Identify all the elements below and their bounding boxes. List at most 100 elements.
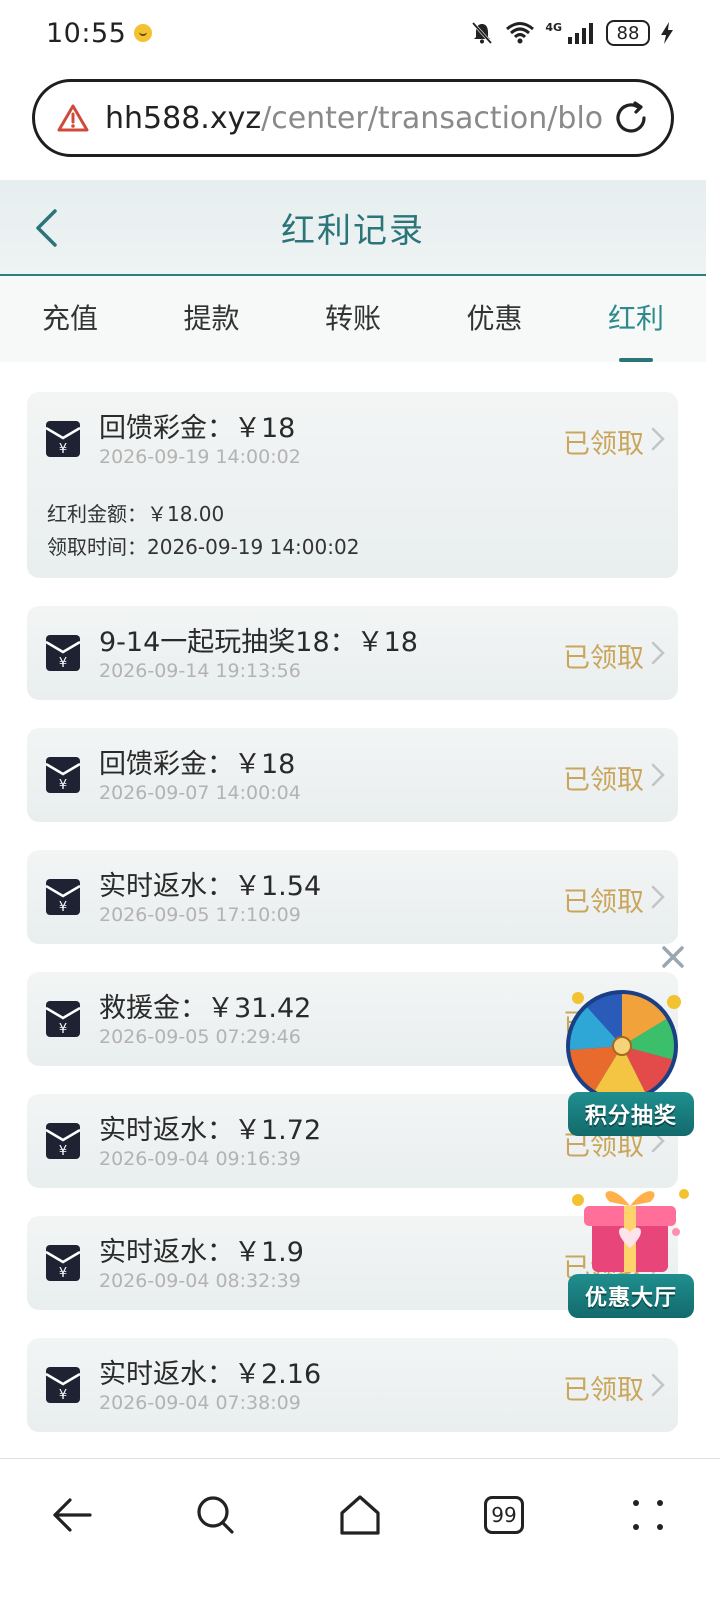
menu-dots-icon bbox=[633, 1499, 663, 1530]
arrow-left-icon bbox=[53, 1497, 92, 1532]
battery-indicator: 88 bbox=[606, 20, 650, 46]
record-title: 实时返水：￥1.54 bbox=[99, 871, 322, 902]
prize-wheel-icon bbox=[566, 990, 681, 1102]
tab-count-badge: 99 bbox=[484, 1495, 524, 1534]
url-text[interactable]: hh588.xyz/center/transaction/blo bbox=[105, 101, 611, 136]
menu-nav-button[interactable] bbox=[618, 1485, 678, 1545]
chevron-left-icon bbox=[36, 209, 57, 247]
notification-emoji-icon bbox=[134, 24, 153, 42]
page-title: 红利记录 bbox=[281, 210, 425, 251]
promo-hall-label: 优惠大厅 bbox=[568, 1274, 694, 1318]
back-button[interactable] bbox=[26, 202, 66, 254]
charging-icon bbox=[661, 22, 673, 44]
search-nav-button[interactable] bbox=[186, 1485, 246, 1545]
red-envelope-icon: ¥ bbox=[45, 421, 81, 457]
clock-text: 10:55 bbox=[46, 17, 127, 49]
red-envelope-icon: ¥ bbox=[45, 1245, 81, 1281]
record-time: 2026-09-04 07:38:09 bbox=[99, 1392, 301, 1414]
record-card[interactable]: ¥ 回馈彩金：￥18 2026-09-07 14:00:04 已领取 bbox=[27, 728, 678, 822]
record-type-tabs: 充值 提款 转账 优惠 红利 bbox=[0, 276, 706, 362]
record-title: 实时返水：￥2.16 bbox=[99, 1359, 322, 1390]
promo-hall-widget[interactable]: 优惠大厅 bbox=[564, 1172, 698, 1324]
silent-bell-icon bbox=[472, 21, 493, 45]
tabs-nav-button[interactable]: 99 bbox=[474, 1485, 534, 1545]
red-envelope-icon: ¥ bbox=[45, 1123, 81, 1159]
svg-text:¥: ¥ bbox=[59, 656, 67, 671]
record-time: 2026-09-14 19:13:56 bbox=[99, 660, 301, 682]
lottery-label: 积分抽奖 bbox=[568, 1092, 694, 1136]
record-summary[interactable]: ¥ 回馈彩金：￥18 2026-09-19 14:00:02 已领取 bbox=[27, 392, 678, 486]
svg-text:¥: ¥ bbox=[59, 1388, 67, 1403]
search-icon bbox=[197, 1495, 234, 1534]
red-envelope-icon: ¥ bbox=[45, 879, 81, 915]
record-card[interactable]: ¥ 9-14一起玩抽奖18：￥18 2026-09-14 19:13:56 已领… bbox=[27, 606, 678, 700]
home-icon bbox=[340, 1494, 380, 1535]
status-icons: 4G 88 bbox=[469, 20, 674, 46]
detail-time-label: 领取时间： bbox=[47, 535, 147, 559]
chevron-right-icon bbox=[651, 641, 665, 665]
record-title: 9-14一起玩抽奖18：￥18 bbox=[99, 627, 418, 658]
record-title: 救援金：￥31.42 bbox=[99, 993, 312, 1024]
record-time: 2026-09-04 09:16:39 bbox=[99, 1148, 301, 1170]
record-title: 回馈彩金：￥18 bbox=[99, 413, 296, 444]
close-icon[interactable] bbox=[660, 944, 686, 970]
wifi-icon bbox=[506, 22, 535, 44]
detail-amount-value: ￥18.00 bbox=[147, 502, 225, 526]
svg-text:¥: ¥ bbox=[59, 1144, 67, 1159]
red-envelope-icon: ¥ bbox=[45, 757, 81, 793]
record-status: 已领取 bbox=[563, 429, 644, 460]
signal-icon bbox=[568, 23, 593, 44]
status-time: 10:55 bbox=[46, 17, 153, 49]
page-header: 红利记录 bbox=[0, 180, 706, 276]
browser-bottom-nav: 99 bbox=[0, 1458, 720, 1600]
record-time: 2026-09-05 17:10:09 bbox=[99, 904, 301, 926]
svg-text:¥: ¥ bbox=[59, 1022, 67, 1037]
record-status: 已领取 bbox=[563, 643, 644, 674]
address-bar[interactable]: hh588.xyz/center/transaction/blo bbox=[32, 79, 674, 157]
record-time: 2026-09-19 14:00:02 bbox=[99, 446, 301, 468]
points-lottery-widget[interactable]: 积分抽奖 bbox=[564, 980, 698, 1142]
record-status: 已领取 bbox=[563, 887, 644, 918]
svg-text:¥: ¥ bbox=[59, 442, 67, 457]
record-detail: 红利金额：￥18.00 领取时间：2026-09-19 14:00:02 bbox=[27, 486, 678, 564]
svg-text:¥: ¥ bbox=[59, 778, 67, 793]
home-nav-button[interactable] bbox=[330, 1485, 390, 1545]
record-card[interactable]: ¥ 实时返水：￥2.16 2026-09-04 07:38:09 已领取 bbox=[27, 1338, 678, 1432]
tab-bonus[interactable]: 红利 bbox=[594, 276, 678, 362]
record-time: 2026-09-04 08:32:39 bbox=[99, 1270, 301, 1292]
red-envelope-icon: ¥ bbox=[45, 635, 81, 671]
chevron-right-icon bbox=[651, 427, 665, 451]
chevron-right-icon bbox=[651, 885, 665, 909]
record-card[interactable]: ¥ 回馈彩金：￥18 2026-09-19 14:00:02 已领取 红利金额：… bbox=[27, 392, 678, 578]
network-type: 4G bbox=[545, 20, 562, 34]
red-envelope-icon: ¥ bbox=[45, 1367, 81, 1403]
status-bar: 10:55 4G 88 bbox=[0, 0, 720, 66]
detail-amount-label: 红利金额： bbox=[47, 502, 147, 526]
record-title: 回馈彩金：￥18 bbox=[99, 749, 296, 780]
record-title: 实时返水：￥1.9 bbox=[99, 1237, 304, 1268]
red-envelope-icon: ¥ bbox=[45, 1001, 81, 1037]
record-title: 实时返水：￥1.72 bbox=[99, 1115, 322, 1146]
warning-icon[interactable] bbox=[57, 103, 89, 133]
detail-time-row: 领取时间：2026-09-19 14:00:02 bbox=[47, 531, 678, 564]
chevron-right-icon bbox=[651, 763, 665, 787]
record-card[interactable]: ¥ 实时返水：￥1.54 2026-09-05 17:10:09 已领取 bbox=[27, 850, 678, 944]
tab-withdraw[interactable]: 提款 bbox=[170, 276, 254, 362]
gift-box-icon bbox=[572, 1189, 689, 1272]
reload-icon[interactable] bbox=[611, 98, 651, 138]
detail-amount-row: 红利金额：￥18.00 bbox=[47, 498, 678, 531]
tab-promotion[interactable]: 优惠 bbox=[453, 276, 537, 362]
record-status: 已领取 bbox=[563, 1375, 644, 1406]
svg-text:¥: ¥ bbox=[59, 1266, 67, 1281]
battery-level: 88 bbox=[616, 22, 640, 44]
url-path: /center/transaction/blo bbox=[261, 100, 604, 136]
tab-transfer[interactable]: 转账 bbox=[311, 276, 395, 362]
chevron-right-icon bbox=[651, 1373, 665, 1397]
detail-time-value: 2026-09-19 14:00:02 bbox=[147, 535, 360, 559]
back-nav-button[interactable] bbox=[42, 1485, 102, 1545]
record-status: 已领取 bbox=[563, 765, 644, 796]
record-time: 2026-09-07 14:00:04 bbox=[99, 782, 301, 804]
svg-text:¥: ¥ bbox=[59, 900, 67, 915]
tab-deposit[interactable]: 充值 bbox=[28, 276, 112, 362]
url-host: hh588.xyz bbox=[105, 100, 262, 136]
